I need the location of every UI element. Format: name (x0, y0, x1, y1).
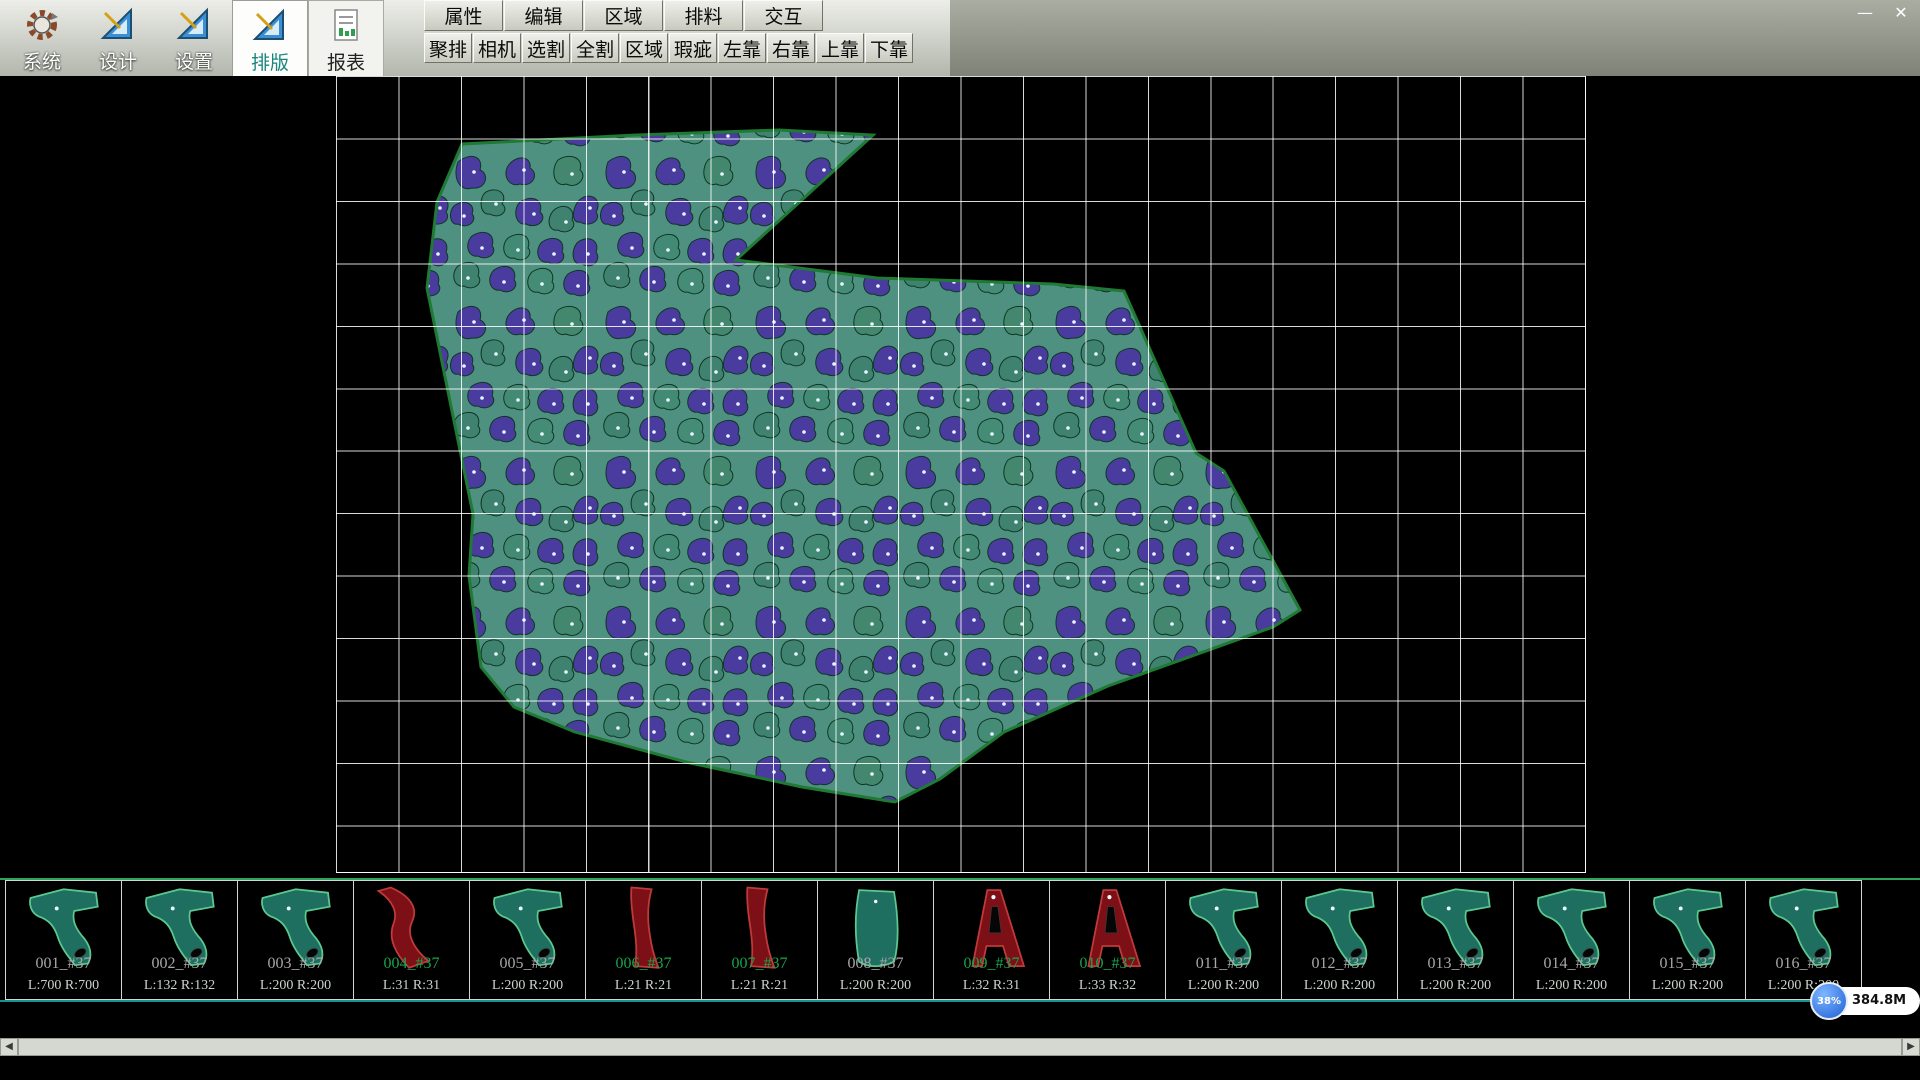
part-name: 005_#37 (470, 955, 585, 973)
part-cell-008_#37[interactable]: 008_#37 L:200 R:200 (817, 880, 934, 1000)
part-name: 010_#37 (1050, 955, 1165, 973)
app-tab-label: 设计 (99, 47, 137, 74)
hide-outline[interactable] (427, 130, 1300, 802)
menu-bottom-button-3[interactable]: 全割 (571, 33, 619, 63)
close-button[interactable]: ✕ (1888, 2, 1914, 24)
system-gear-icon (22, 5, 62, 45)
menu-top-button-4[interactable]: 交互 (744, 0, 823, 31)
app-tab-label: 排版 (251, 48, 289, 75)
part-lr-label: L:200 R:200 (1398, 978, 1513, 994)
part-name: 012_#37 (1282, 955, 1397, 973)
menu-top-button-0[interactable]: 属性 (424, 0, 503, 31)
nesting-canvas[interactable] (0, 76, 1920, 878)
part-lr-label: L:21 R:21 (586, 978, 701, 994)
part-cell-001_#37[interactable]: 001_#37 L:700 R:700 (5, 880, 122, 1000)
menu-bottom-button-8[interactable]: 上靠 (816, 33, 864, 63)
app-tab-settings[interactable]: 设置 (156, 0, 232, 76)
part-name: 004_#37 (354, 955, 469, 973)
part-cell-010_#37[interactable]: 010_#37 L:33 R:32 (1049, 880, 1166, 1000)
menu-bottom-button-9[interactable]: 下靠 (865, 33, 913, 63)
window-controls: — ✕ (1852, 2, 1914, 24)
part-lr-label: L:32 R:31 (934, 978, 1049, 994)
part-lr-label: L:33 R:32 (1050, 978, 1165, 994)
nesting-setsquare-icon (250, 6, 290, 46)
part-cell-014_#37[interactable]: 014_#37 L:200 R:200 (1513, 880, 1630, 1000)
part-cell-012_#37[interactable]: 012_#37 L:200 R:200 (1281, 880, 1398, 1000)
app-tab-label: 报表 (327, 48, 365, 75)
part-name: 003_#37 (238, 955, 353, 973)
part-cell-007_#37[interactable]: 007_#37 L:21 R:21 (701, 880, 818, 1000)
menu-bottom-button-0[interactable]: 聚排 (424, 33, 472, 63)
part-name: 009_#37 (934, 955, 1049, 973)
part-cell-013_#37[interactable]: 013_#37 L:200 R:200 (1397, 880, 1514, 1000)
part-lr-label: L:200 R:200 (1514, 978, 1629, 994)
part-name: 011_#37 (1166, 955, 1281, 973)
part-name: 013_#37 (1398, 955, 1513, 973)
part-cell-009_#37[interactable]: 009_#37 L:32 R:31 (933, 880, 1050, 1000)
report-document-icon (326, 6, 366, 46)
scroll-right-arrow-icon[interactable]: ▶ (1902, 1038, 1920, 1056)
menu-top-button-3[interactable]: 排料 (664, 0, 743, 31)
top-toolbar: 系统 设计 设置 (0, 0, 1920, 76)
part-name: 007_#37 (702, 955, 817, 973)
part-cell-015_#37[interactable]: 015_#37 L:200 R:200 (1629, 880, 1746, 1000)
app-tab-label: 设置 (175, 47, 213, 74)
part-cell-004_#37[interactable]: 004_#37 L:31 R:31 (353, 880, 470, 1000)
menu-bottom-button-1[interactable]: 相机 (473, 33, 521, 63)
part-lr-label: L:200 R:200 (1630, 978, 1745, 994)
part-lr-label: L:132 R:132 (122, 978, 237, 994)
menu-bottom-button-5[interactable]: 瑕疵 (669, 33, 717, 63)
part-name: 016_#37 (1746, 955, 1861, 973)
part-lr-label: L:200 R:200 (1282, 978, 1397, 994)
application-window: 系统 设计 设置 (0, 0, 1920, 1080)
scrollbar-thumb[interactable] (18, 1038, 1902, 1056)
part-cell-002_#37[interactable]: 002_#37 L:132 R:132 (121, 880, 238, 1000)
part-name: 008_#37 (818, 955, 933, 973)
scroll-left-arrow-icon[interactable]: ◀ (0, 1038, 18, 1056)
menu-top-button-2[interactable]: 区域 (584, 0, 663, 31)
menu-row-top: 属性编辑区域排料交互 (424, 0, 914, 31)
app-tab-nesting[interactable]: 排版 (232, 0, 308, 76)
parts-strip: 001_#37 L:700 R:700 002_#37 L:132 R:132 … (0, 878, 1920, 1002)
app-tabs: 系统 设计 设置 (4, 0, 384, 76)
settings-setsquare-icon (174, 5, 214, 45)
menu-bottom-button-7[interactable]: 右靠 (767, 33, 815, 63)
part-name: 015_#37 (1630, 955, 1745, 973)
horizontal-scrollbar[interactable]: ◀ ▶ (0, 1038, 1920, 1056)
part-lr-label: L:200 R:200 (818, 978, 933, 994)
app-tab-label: 系统 (23, 47, 61, 74)
app-tab-design[interactable]: 设计 (80, 0, 156, 76)
part-lr-label: L:200 R:200 (238, 978, 353, 994)
menu-bottom-button-4[interactable]: 区域 (620, 33, 668, 63)
part-name: 014_#37 (1514, 955, 1629, 973)
minimize-button[interactable]: — (1852, 2, 1878, 24)
part-lr-label: L:200 R:200 (1166, 978, 1281, 994)
part-name: 006_#37 (586, 955, 701, 973)
menu-bottom-button-2[interactable]: 选割 (522, 33, 570, 63)
menu-area: 属性编辑区域排料交互 聚排相机选割全割区域瑕疵左靠右靠上靠下靠 (424, 0, 914, 63)
app-tab-system[interactable]: 系统 (4, 0, 80, 76)
part-cell-005_#37[interactable]: 005_#37 L:200 R:200 (469, 880, 586, 1000)
part-name: 001_#37 (6, 955, 121, 973)
progress-circle: 38% (1810, 982, 1848, 1020)
menu-top-button-1[interactable]: 编辑 (504, 0, 583, 31)
part-cell-011_#37[interactable]: 011_#37 L:200 R:200 (1165, 880, 1282, 1000)
hide-drawing (0, 76, 1920, 878)
part-lr-label: L:31 R:31 (354, 978, 469, 994)
menu-bottom-button-6[interactable]: 左靠 (718, 33, 766, 63)
menu-row-bottom: 聚排相机选割全割区域瑕疵左靠右靠上靠下靠 (424, 31, 914, 63)
part-lr-label: L:700 R:700 (6, 978, 121, 994)
status-badge: 38% 384.8M (1810, 982, 1920, 1020)
part-lr-label: L:21 R:21 (702, 978, 817, 994)
design-setsquare-icon (98, 5, 138, 45)
part-cell-006_#37[interactable]: 006_#37 L:21 R:21 (585, 880, 702, 1000)
part-lr-label: L:200 R:200 (470, 978, 585, 994)
part-cell-003_#37[interactable]: 003_#37 L:200 R:200 (237, 880, 354, 1000)
app-tab-report[interactable]: 报表 (308, 0, 384, 76)
part-name: 002_#37 (122, 955, 237, 973)
